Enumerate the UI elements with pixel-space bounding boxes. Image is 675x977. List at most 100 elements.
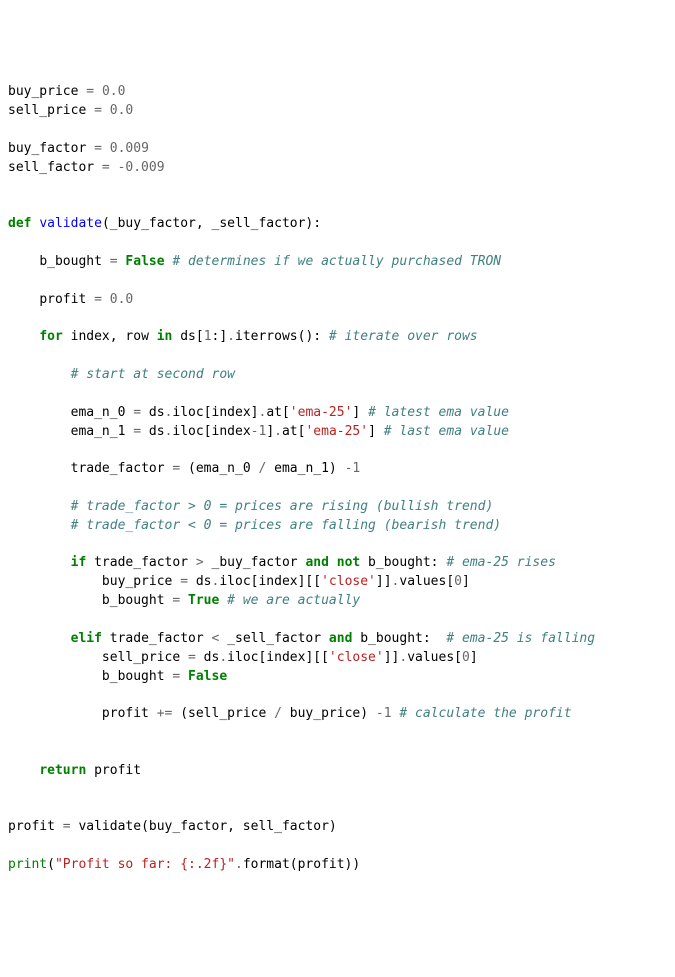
code-line: ema_n_0 = ds.iloc[index].at['ema-25'] # … [8, 405, 509, 420]
text: (ema_n_0 [180, 461, 258, 476]
code-block: buy_price = 0.0 sell_price = 0.0 buy_fac… [8, 83, 667, 874]
op: > [196, 555, 204, 570]
op: = [172, 593, 180, 608]
string: 'close' [329, 650, 384, 665]
var: ema_n_0 [71, 405, 126, 420]
var: profit [102, 706, 149, 721]
op: = [110, 254, 118, 269]
var: buy_factor [8, 141, 86, 156]
var: buy_price [8, 84, 78, 99]
num: 0.0 [110, 103, 133, 118]
dot: . [235, 857, 243, 872]
op: = [86, 84, 94, 99]
code-line: buy_price = ds.iloc[index][['close']].va… [8, 574, 470, 589]
comment: # latest ema value [368, 405, 509, 420]
text: trade_factor [102, 631, 212, 646]
text: ds [141, 405, 164, 420]
text: ds [196, 650, 219, 665]
string: "Profit so far: {:.2f}" [55, 857, 235, 872]
num: 0 [454, 574, 462, 589]
method: format(profit)) [243, 857, 360, 872]
num: 1 [352, 461, 360, 476]
op: - [376, 706, 384, 721]
code-line: def validate(_buy_factor, _sell_factor): [8, 216, 321, 231]
code-line: # trade_factor > 0 = prices are rising (… [8, 499, 493, 514]
num: 0.009 [110, 141, 149, 156]
var: sell_price [102, 650, 180, 665]
kw-for: for [39, 329, 62, 344]
comment: # ema-25 rises [446, 555, 556, 570]
method: iloc[index] [172, 405, 258, 420]
bool: False [188, 669, 227, 684]
var: profit [8, 819, 55, 834]
text: ( [47, 857, 55, 872]
num: 0.009 [125, 160, 164, 175]
text: ] [470, 650, 478, 665]
text: ] [266, 424, 274, 439]
code-line: sell_price = 0.0 [8, 103, 133, 118]
params: (_buy_factor, _sell_factor): [102, 216, 321, 231]
code-line: return profit [8, 763, 141, 778]
var: sell_price [8, 103, 86, 118]
code-line: sell_price = ds.iloc[index][['close']].v… [8, 650, 478, 665]
var: b_bought [102, 593, 165, 608]
comment: # we are actually [227, 593, 360, 608]
comment: # start at second row [71, 367, 235, 382]
bool: False [125, 254, 164, 269]
text: (sell_price [172, 706, 274, 721]
code-line: profit += (sell_price / buy_price) -1 # … [8, 706, 572, 721]
code-line: b_bought = False [8, 669, 227, 684]
text: ds[ [172, 329, 203, 344]
method: iloc[index][[ [227, 650, 329, 665]
fn-name: validate [39, 216, 102, 231]
comment: # last ema value [384, 424, 509, 439]
op: += [157, 706, 173, 721]
code-line: buy_price = 0.0 [8, 84, 125, 99]
code-line: profit = validate(buy_factor, sell_facto… [8, 819, 337, 834]
code-line: b_bought = False # determines if we actu… [8, 254, 501, 269]
string: 'close' [321, 574, 376, 589]
code-line: sell_factor = -0.009 [8, 160, 165, 175]
text: :] [212, 329, 228, 344]
text: validate(buy_factor, sell_factor) [71, 819, 337, 834]
op: = [133, 424, 141, 439]
num: 0.0 [110, 292, 133, 307]
op: = [188, 650, 196, 665]
num: 0.0 [102, 84, 125, 99]
text: ds [188, 574, 211, 589]
dot: . [219, 650, 227, 665]
text: profit [86, 763, 141, 778]
code-line: ema_n_1 = ds.iloc[index-1].at['ema-25'] … [8, 424, 509, 439]
op: = [102, 160, 110, 175]
kw-in: in [157, 329, 173, 344]
dot: . [274, 424, 282, 439]
comment: # calculate the profit [399, 706, 571, 721]
text: b_bought: [360, 555, 438, 570]
text: ]] [376, 574, 392, 589]
op: = [94, 292, 102, 307]
text: buy_price) [282, 706, 376, 721]
kw-and: and [329, 631, 352, 646]
op: - [251, 424, 259, 439]
num: 1 [204, 329, 212, 344]
kw-if: if [71, 555, 87, 570]
text: ]] [384, 650, 400, 665]
text: _sell_factor [219, 631, 329, 646]
comment: # determines if we actually purchased TR… [172, 254, 501, 269]
text: ema_n_1) [266, 461, 344, 476]
text: index, row [63, 329, 157, 344]
text: ds [141, 424, 164, 439]
builtin-print: print [8, 857, 47, 872]
string: 'ema-25' [305, 424, 368, 439]
text: _buy_factor [204, 555, 306, 570]
string: 'ema-25' [290, 405, 353, 420]
code-line: buy_factor = 0.009 [8, 141, 149, 156]
kw-not: not [337, 555, 360, 570]
code-line: elif trade_factor < _sell_factor and b_b… [8, 631, 595, 646]
method: iterrows(): [235, 329, 321, 344]
text [329, 555, 337, 570]
method: at[ [282, 424, 305, 439]
op: = [133, 405, 141, 420]
op: / [274, 706, 282, 721]
op: = [94, 103, 102, 118]
